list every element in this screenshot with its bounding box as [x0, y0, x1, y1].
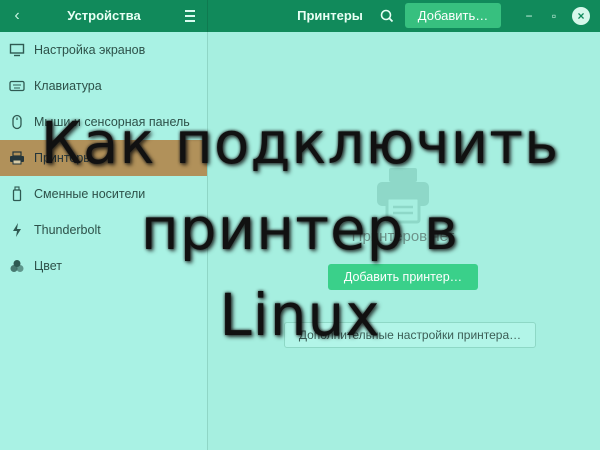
minimize-button[interactable]: −: [520, 7, 538, 25]
sidebar-item-color[interactable]: Цвет: [0, 248, 207, 284]
sidebar-item-label: Принтеры: [34, 151, 93, 165]
devices-title: Устройства: [67, 8, 141, 23]
sidebar-item-label: Мыши и сенсорная панель: [34, 115, 190, 129]
empty-state-label: Принтеров нет: [351, 228, 455, 245]
back-button[interactable]: ‹: [6, 6, 28, 26]
sidebar-item-label: Настройка экранов: [34, 43, 146, 57]
sidebar-item-keyboard[interactable]: Клавиатура: [0, 68, 207, 104]
sidebar-item-label: Клавиатура: [34, 79, 102, 93]
hamburger-menu-icon: [180, 10, 200, 22]
sidebar-item-removable-media[interactable]: Сменные носители: [0, 176, 207, 212]
color-icon: [0, 258, 34, 274]
printer-icon: [0, 151, 34, 165]
search-button[interactable]: [376, 6, 398, 26]
sidebar-item-label: Сменные носители: [34, 187, 146, 201]
menu-button[interactable]: [180, 7, 200, 25]
minimize-icon: −: [525, 9, 533, 23]
keyboard-icon: [0, 80, 34, 92]
display-icon: [0, 43, 34, 57]
sidebar-item-printers[interactable]: Принтеры: [0, 140, 207, 176]
header-bar: ‹ Устройства Принтеры Добавить… − ▫ ×: [0, 0, 600, 32]
printer-placeholder-icon: [377, 168, 429, 224]
mouse-icon: [0, 114, 34, 130]
add-printer-button[interactable]: Добавить принтер…: [328, 264, 478, 290]
printers-title: Принтеры: [297, 8, 363, 23]
printers-panel: Принтеров нет Добавить принтер… Дополнит…: [208, 32, 600, 450]
search-icon: [380, 9, 394, 23]
close-icon: ×: [577, 9, 585, 23]
sidebar-item-thunderbolt[interactable]: Thunderbolt: [0, 212, 207, 248]
maximize-button[interactable]: ▫: [545, 7, 563, 25]
usb-drive-icon: [0, 186, 34, 202]
chevron-left-icon: ‹: [14, 7, 20, 24]
sidebar: Настройка экранов Клавиатура Мыши и сенс…: [0, 32, 208, 450]
close-button[interactable]: ×: [572, 7, 590, 25]
sidebar-item-mouse[interactable]: Мыши и сенсорная панель: [0, 104, 207, 140]
thunderbolt-icon: [0, 222, 34, 238]
sidebar-item-displays[interactable]: Настройка экранов: [0, 32, 207, 68]
maximize-icon: ▫: [551, 9, 557, 23]
sidebar-item-label: Thunderbolt: [34, 223, 101, 237]
sidebar-item-label: Цвет: [34, 259, 63, 273]
header-left-pane: ‹ Устройства: [0, 0, 208, 32]
add-button[interactable]: Добавить…: [405, 3, 501, 28]
advanced-settings-button[interactable]: Дополнительные настройки принтера…: [284, 322, 536, 348]
